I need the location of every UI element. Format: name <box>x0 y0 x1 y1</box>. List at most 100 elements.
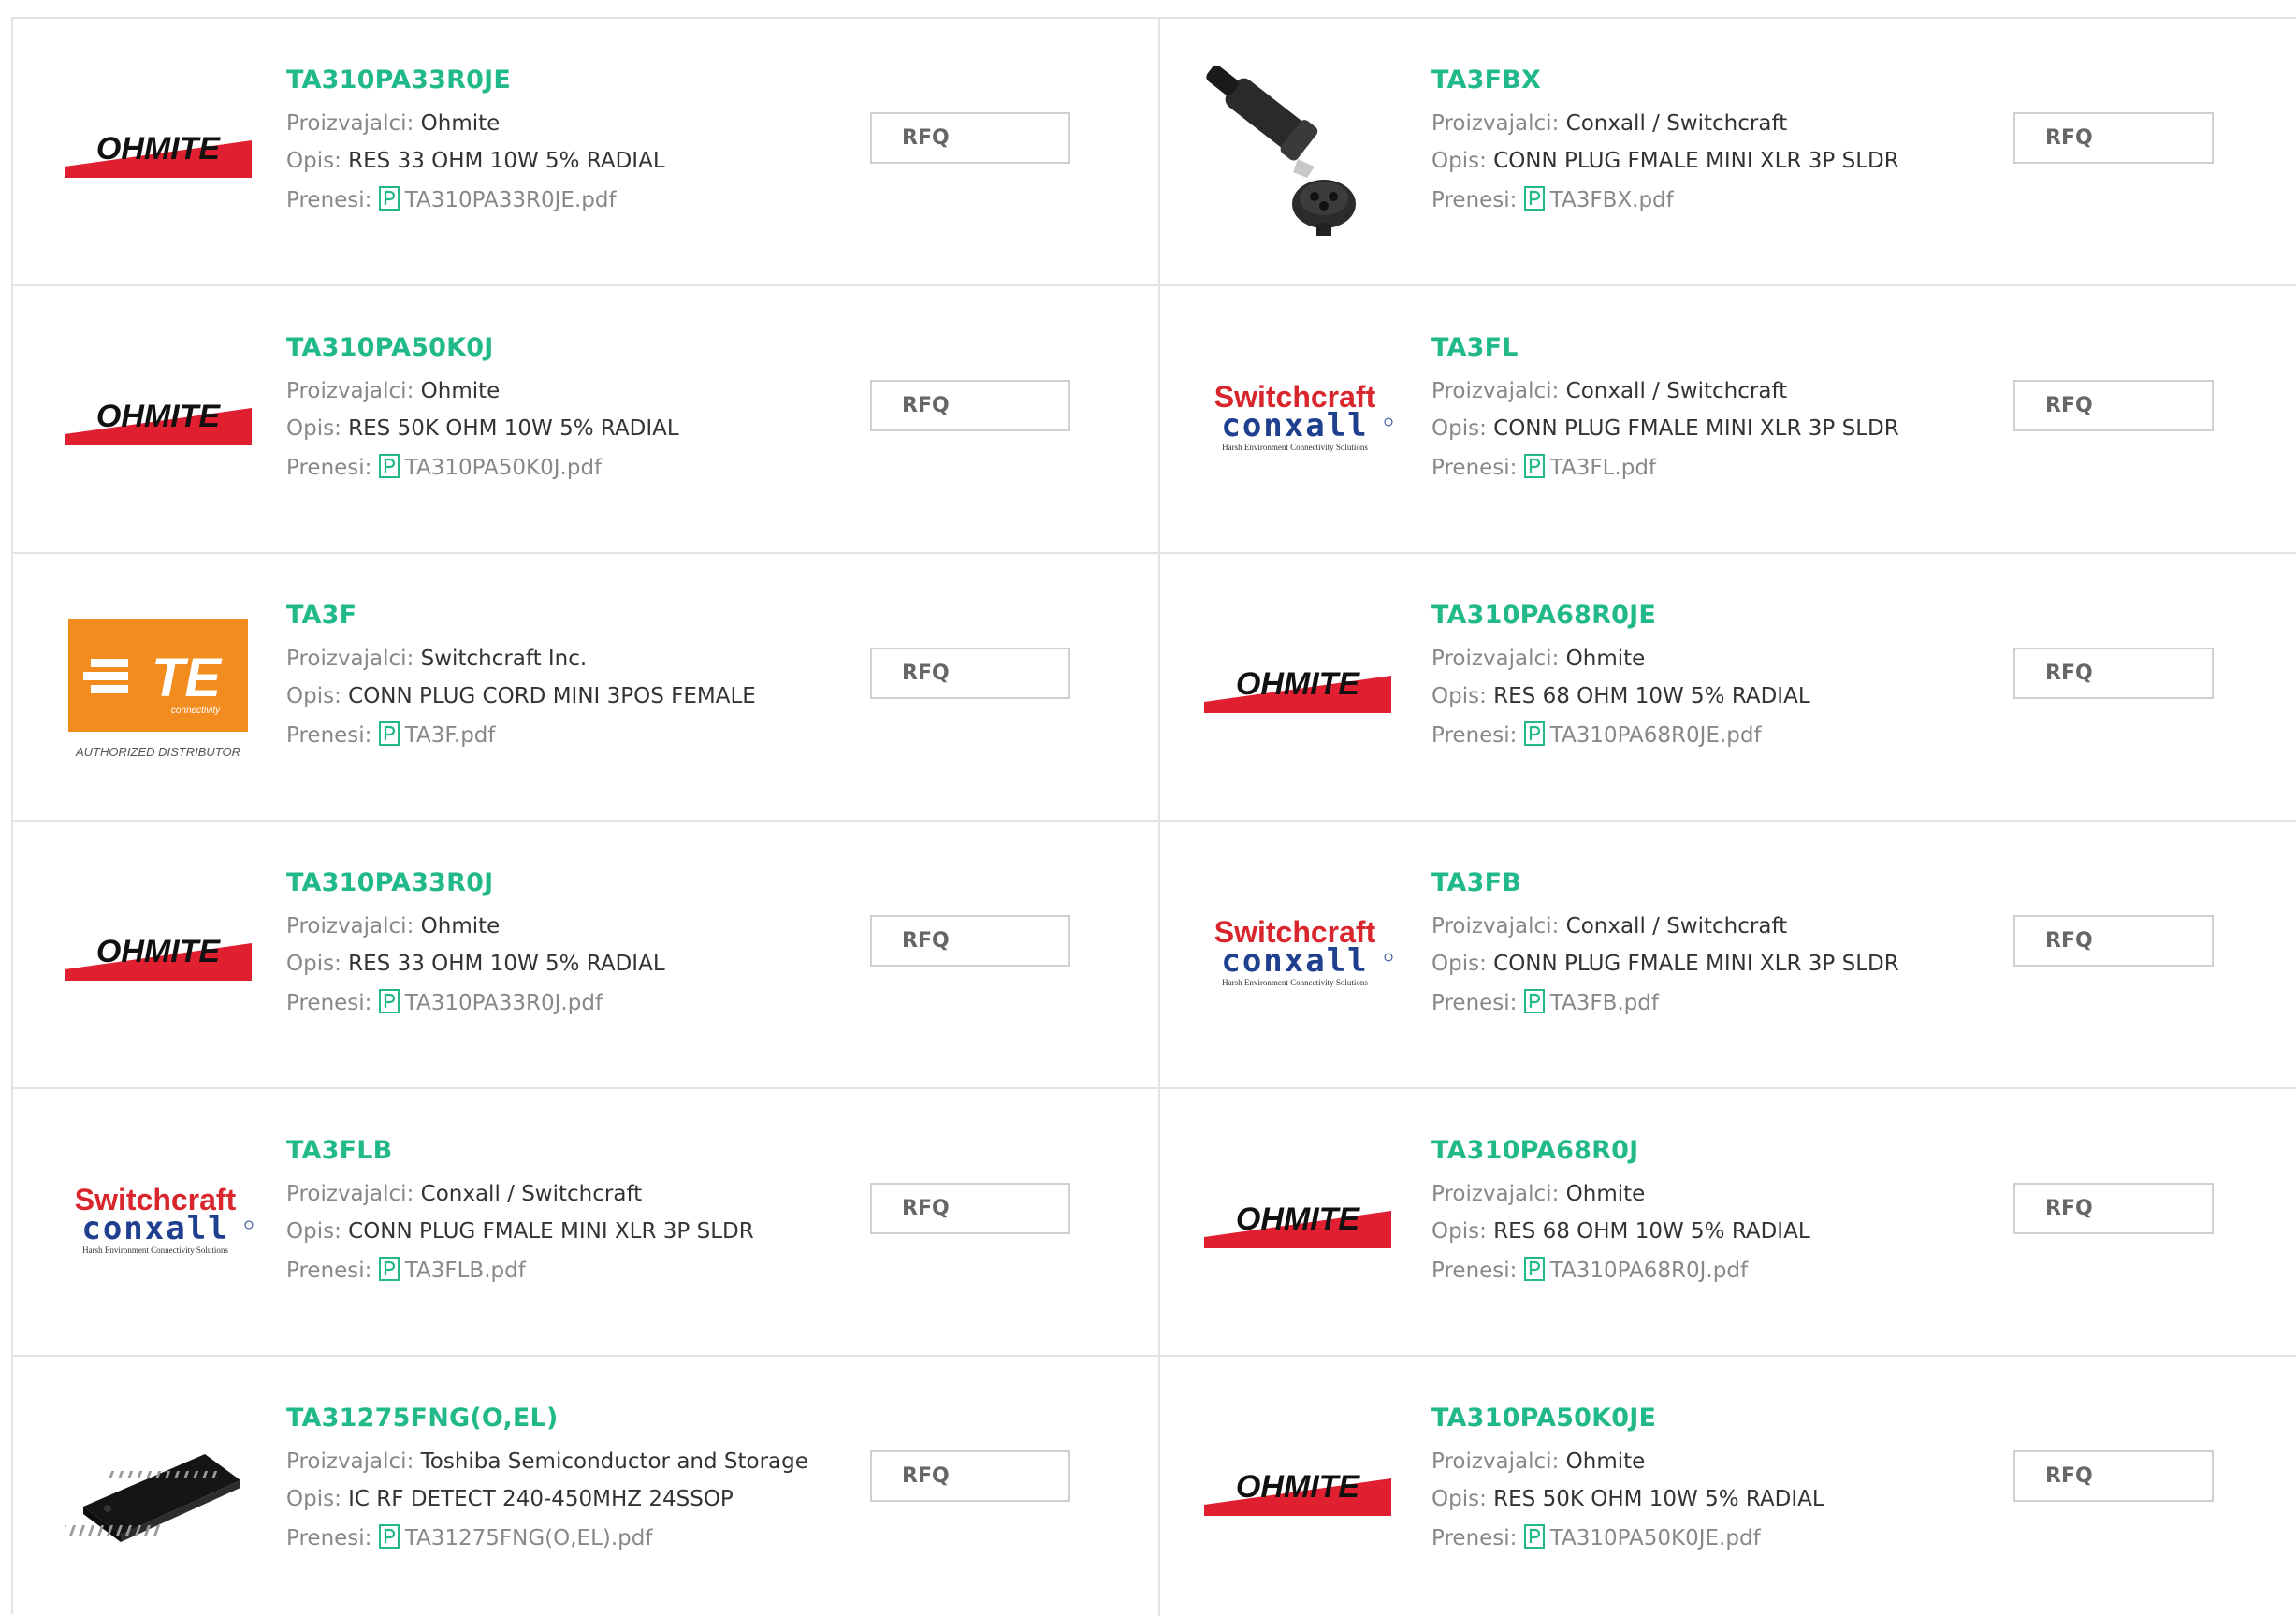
rfq-button[interactable]: RFQ <box>870 648 1070 699</box>
download-row: Prenesi: TA310PA68R0JE.pdf <box>1431 721 1810 748</box>
download-label: Prenesi: <box>286 456 372 480</box>
manufacturer-logo[interactable] <box>1199 56 1396 243</box>
part-number-link[interactable]: TA3FL <box>1431 333 1899 362</box>
manufacturer-logo[interactable]: OHMITE <box>1199 591 1396 779</box>
datasheet-filename: TA310PA68R0J.pdf <box>1549 1259 1749 1283</box>
part-number-link[interactable]: TA310PA33R0J <box>286 868 665 897</box>
download-row: Prenesi: TA310PA50K0JE.pdf <box>1431 1524 1824 1550</box>
rfq-button[interactable]: RFQ <box>870 1450 1070 1502</box>
part-number-link[interactable]: TA31275FNG(O,EL) <box>286 1404 808 1433</box>
rfq-button[interactable]: RFQ <box>2013 1183 2214 1234</box>
part-number-link[interactable]: TA310PA33R0JE <box>286 66 665 95</box>
datasheet-link[interactable]: TA310PA50K0JE.pdf <box>1523 1524 1761 1550</box>
description-label: Opis: <box>1431 684 1487 708</box>
part-number-link[interactable]: TA3FB <box>1431 868 1899 897</box>
rfq-button[interactable]: RFQ <box>2013 112 2214 164</box>
product-info: TA310PA68R0J Proizvajalci: Ohmite Opis: … <box>1431 1136 1810 1283</box>
datasheet-link[interactable]: TA31275FNG(O,EL).pdf <box>378 1524 653 1550</box>
datasheet-filename: TA310PA50K0J.pdf <box>404 456 603 480</box>
manufacturer-logo[interactable]: TE connectivity AUTHORIZED DISTRIBUTOR <box>60 591 256 779</box>
datasheet-link[interactable]: TA310PA50K0J.pdf <box>378 454 603 480</box>
manufacturer-label: Proizvajalci: <box>1431 379 1560 403</box>
download-row: Prenesi: TA3FLB.pdf <box>286 1257 754 1283</box>
download-row: Prenesi: TA3F.pdf <box>286 721 756 748</box>
description-row: Opis: RES 50K OHM 10W 5% RADIAL <box>286 416 679 441</box>
manufacturer-logo[interactable]: OHMITE <box>60 56 256 243</box>
part-number-link[interactable]: TA3FBX <box>1431 66 1899 95</box>
product-info: TA3FB Proizvajalci: Conxall / Switchcraf… <box>1431 868 1899 1015</box>
download-row: Prenesi: TA3FL.pdf <box>1431 454 1899 480</box>
part-number-link[interactable]: TA3FLB <box>286 1136 754 1165</box>
description-row: Opis: CONN PLUG FMALE MINI XLR 3P SLDR <box>1431 149 1899 173</box>
manufacturer-row: Proizvajalci: Conxall / Switchcraft <box>1431 111 1899 136</box>
download-label: Prenesi: <box>1431 723 1518 748</box>
manufacturer-logo[interactable]: OHMITE <box>60 859 256 1046</box>
manufacturer-label: Proizvajalci: <box>1431 1449 1560 1474</box>
download-label: Prenesi: <box>286 1526 372 1550</box>
download-label: Prenesi: <box>1431 188 1518 212</box>
rfq-button[interactable]: RFQ <box>870 112 1070 164</box>
rfq-button[interactable]: RFQ <box>870 380 1070 431</box>
datasheet-filename: TA310PA33R0JE.pdf <box>404 188 617 212</box>
description-value: IC RF DETECT 240-450MHZ 24SSOP <box>348 1487 734 1511</box>
rfq-button[interactable]: RFQ <box>2013 648 2214 699</box>
rfq-button[interactable]: RFQ <box>2013 380 2214 431</box>
description-label: Opis: <box>286 1219 341 1244</box>
rfq-button[interactable]: RFQ <box>870 1183 1070 1234</box>
datasheet-link[interactable]: TA310PA33R0J.pdf <box>378 989 603 1015</box>
description-row: Opis: RES 33 OHM 10W 5% RADIAL <box>286 149 665 173</box>
part-number-link[interactable]: TA310PA50K0JE <box>1431 1404 1824 1433</box>
download-label: Prenesi: <box>1431 456 1518 480</box>
manufacturer-row: Proizvajalci: Switchcraft Inc. <box>286 647 756 671</box>
rfq-button[interactable]: RFQ <box>870 915 1070 967</box>
manufacturer-logo[interactable]: OHMITE <box>1199 1127 1396 1314</box>
rfq-button[interactable]: RFQ <box>2013 915 2214 967</box>
manufacturer-value: Switchcraft Inc. <box>420 647 588 671</box>
download-row: Prenesi: TA3FB.pdf <box>1431 989 1899 1015</box>
svg-text:conxall: conxall <box>1221 942 1368 980</box>
rfq-button[interactable]: RFQ <box>2013 1450 2214 1502</box>
manufacturer-logo[interactable]: Switchcraft conxall Harsh Environment Co… <box>60 1127 256 1314</box>
pdf-icon <box>1523 1524 1545 1549</box>
download-row: Prenesi: TA310PA50K0J.pdf <box>286 454 679 480</box>
datasheet-link[interactable]: TA3FBX.pdf <box>1523 186 1674 212</box>
manufacturer-row: Proizvajalci: Ohmite <box>286 379 679 403</box>
manufacturer-row: Proizvajalci: Conxall / Switchcraft <box>286 1182 754 1206</box>
manufacturer-logo[interactable]: Switchcraft conxall Harsh Environment Co… <box>1199 859 1396 1046</box>
datasheet-filename: TA31275FNG(O,EL).pdf <box>404 1526 653 1550</box>
svg-text:conxall: conxall <box>1221 407 1368 444</box>
description-label: Opis: <box>286 416 341 441</box>
part-number-link[interactable]: TA310PA68R0J <box>1431 1136 1810 1165</box>
manufacturer-logo[interactable]: OHMITE <box>60 324 256 511</box>
manufacturer-logo[interactable]: Switchcraft conxall Harsh Environment Co… <box>1199 324 1396 511</box>
datasheet-link[interactable]: TA3F.pdf <box>378 721 496 748</box>
description-label: Opis: <box>1431 149 1487 173</box>
manufacturer-label: Proizvajalci: <box>1431 647 1560 671</box>
pdf-icon <box>378 454 400 478</box>
ohmite-logo-text: OHMITE <box>1236 666 1361 702</box>
download-label: Prenesi: <box>286 723 372 748</box>
description-label: Opis: <box>286 684 341 708</box>
manufacturer-value: Ohmite <box>420 379 501 403</box>
part-number-link[interactable]: TA310PA50K0J <box>286 333 679 362</box>
pdf-icon <box>1523 989 1545 1013</box>
datasheet-link[interactable]: TA3FL.pdf <box>1523 454 1657 480</box>
manufacturer-logo[interactable] <box>60 1394 256 1581</box>
datasheet-link[interactable]: TA310PA68R0JE.pdf <box>1523 721 1762 748</box>
part-number-link[interactable]: TA3F <box>286 601 756 630</box>
manufacturer-value: Ohmite <box>420 914 501 939</box>
datasheet-filename: TA3FL.pdf <box>1549 456 1657 480</box>
datasheet-link[interactable]: TA3FLB.pdf <box>378 1257 526 1283</box>
description-label: Opis: <box>286 1487 341 1511</box>
datasheet-link[interactable]: TA310PA33R0JE.pdf <box>378 186 617 212</box>
manufacturer-logo[interactable]: OHMITE <box>1199 1394 1396 1581</box>
pdf-icon <box>1523 721 1545 746</box>
datasheet-filename: TA310PA50K0JE.pdf <box>1549 1526 1761 1550</box>
datasheet-link[interactable]: TA3FB.pdf <box>1523 989 1659 1015</box>
description-label: Opis: <box>286 952 341 976</box>
svg-text:AUTHORIZED DISTRIBUTOR: AUTHORIZED DISTRIBUTOR <box>75 745 240 759</box>
product-info: TA3FBX Proizvajalci: Conxall / Switchcra… <box>1431 66 1899 212</box>
part-number-link[interactable]: TA310PA68R0JE <box>1431 601 1810 630</box>
datasheet-link[interactable]: TA310PA68R0J.pdf <box>1523 1257 1749 1283</box>
product-info: TA310PA50K0J Proizvajalci: Ohmite Opis: … <box>286 333 679 480</box>
